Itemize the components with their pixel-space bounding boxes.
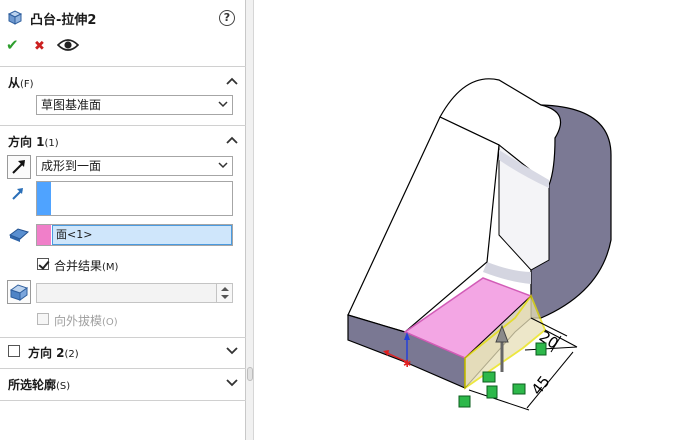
face-color-swatch (37, 225, 51, 245)
ok-button[interactable]: ✔ (6, 36, 19, 54)
splitter-grip[interactable] (247, 367, 253, 381)
selected-contours-section-title[interactable]: 所选轮廓(S) (8, 376, 70, 393)
feature-title-bar: 凸台-拉伸2 ? (0, 0, 246, 34)
merge-result-checkbox[interactable] (37, 258, 49, 270)
collapse-from-icon[interactable] (226, 77, 238, 85)
help-icon[interactable]: ? (219, 10, 235, 26)
spinner-buttons[interactable] (216, 284, 232, 302)
direction2-checkbox[interactable] (8, 345, 20, 357)
direction-vector-icon (12, 188, 23, 200)
end-condition-select[interactable]: 成形到一面 (36, 156, 233, 176)
drag-handle-icon[interactable] (535, 342, 547, 356)
reverse-direction-icon (12, 160, 25, 174)
action-buttons: ✔ ✖ (0, 36, 246, 56)
boss-extrude-icon (7, 10, 23, 25)
graphics-viewport[interactable]: 20 45 ✱ (255, 0, 687, 440)
feature-title: 凸台-拉伸2 (30, 13, 97, 28)
drag-handle-icon[interactable] (512, 383, 526, 395)
expand-selected-contours-icon[interactable] (226, 379, 238, 387)
drag-handle-icon[interactable] (482, 371, 496, 383)
preview-eye-icon[interactable] (57, 37, 79, 53)
from-section-title[interactable]: 从(F) (8, 74, 34, 91)
direction-vector-listbox[interactable] (36, 181, 233, 216)
face-list-item[interactable]: 面<1> (52, 225, 232, 245)
divider (0, 368, 246, 369)
cancel-button[interactable]: ✖ (34, 38, 45, 56)
divider (0, 400, 246, 401)
drag-handle-icon[interactable] (458, 395, 471, 408)
draft-outward-checkbox[interactable] (37, 313, 49, 325)
triad-origin-icon: ✱ (403, 359, 411, 370)
reverse-direction-button[interactable] (7, 155, 31, 179)
divider (0, 125, 246, 126)
property-manager-panel: 凸台-拉伸2 ? ✔ ✖ 从(F) 草图基准面 方向 1(1) 成形到一面 面<… (0, 0, 246, 440)
expand-direction2-icon[interactable] (226, 347, 238, 355)
draft-angle-spinner[interactable] (36, 283, 233, 303)
collapse-direction1-icon[interactable] (226, 136, 238, 144)
draft-icon (9, 284, 29, 301)
draft-outward-label: 向外拔模(O) (54, 314, 118, 328)
model-view[interactable]: 20 45 ✱ (255, 0, 687, 440)
chevron-down-icon (218, 162, 228, 169)
from-select[interactable]: 草图基准面 (36, 95, 233, 115)
direction1-section-title[interactable]: 方向 1(1) (8, 133, 59, 150)
direction2-section-title[interactable]: 方向 2(2) (28, 344, 79, 361)
panel-splitter[interactable] (246, 0, 254, 440)
divider (0, 337, 246, 338)
merge-result-label: 合并结果(M) (54, 259, 119, 273)
end-condition-value: 成形到一面 (41, 159, 102, 173)
divider (0, 66, 246, 67)
face-selection-icon (8, 228, 30, 242)
chevron-down-icon (218, 101, 228, 108)
selection-color-swatch (37, 182, 51, 215)
drag-handle-icon[interactable] (486, 385, 498, 399)
face-listbox[interactable]: 面<1> (36, 224, 233, 246)
draft-toggle-button[interactable] (7, 280, 31, 304)
from-select-value: 草图基准面 (41, 98, 102, 112)
dimension-45-label[interactable]: 45 (528, 372, 554, 398)
